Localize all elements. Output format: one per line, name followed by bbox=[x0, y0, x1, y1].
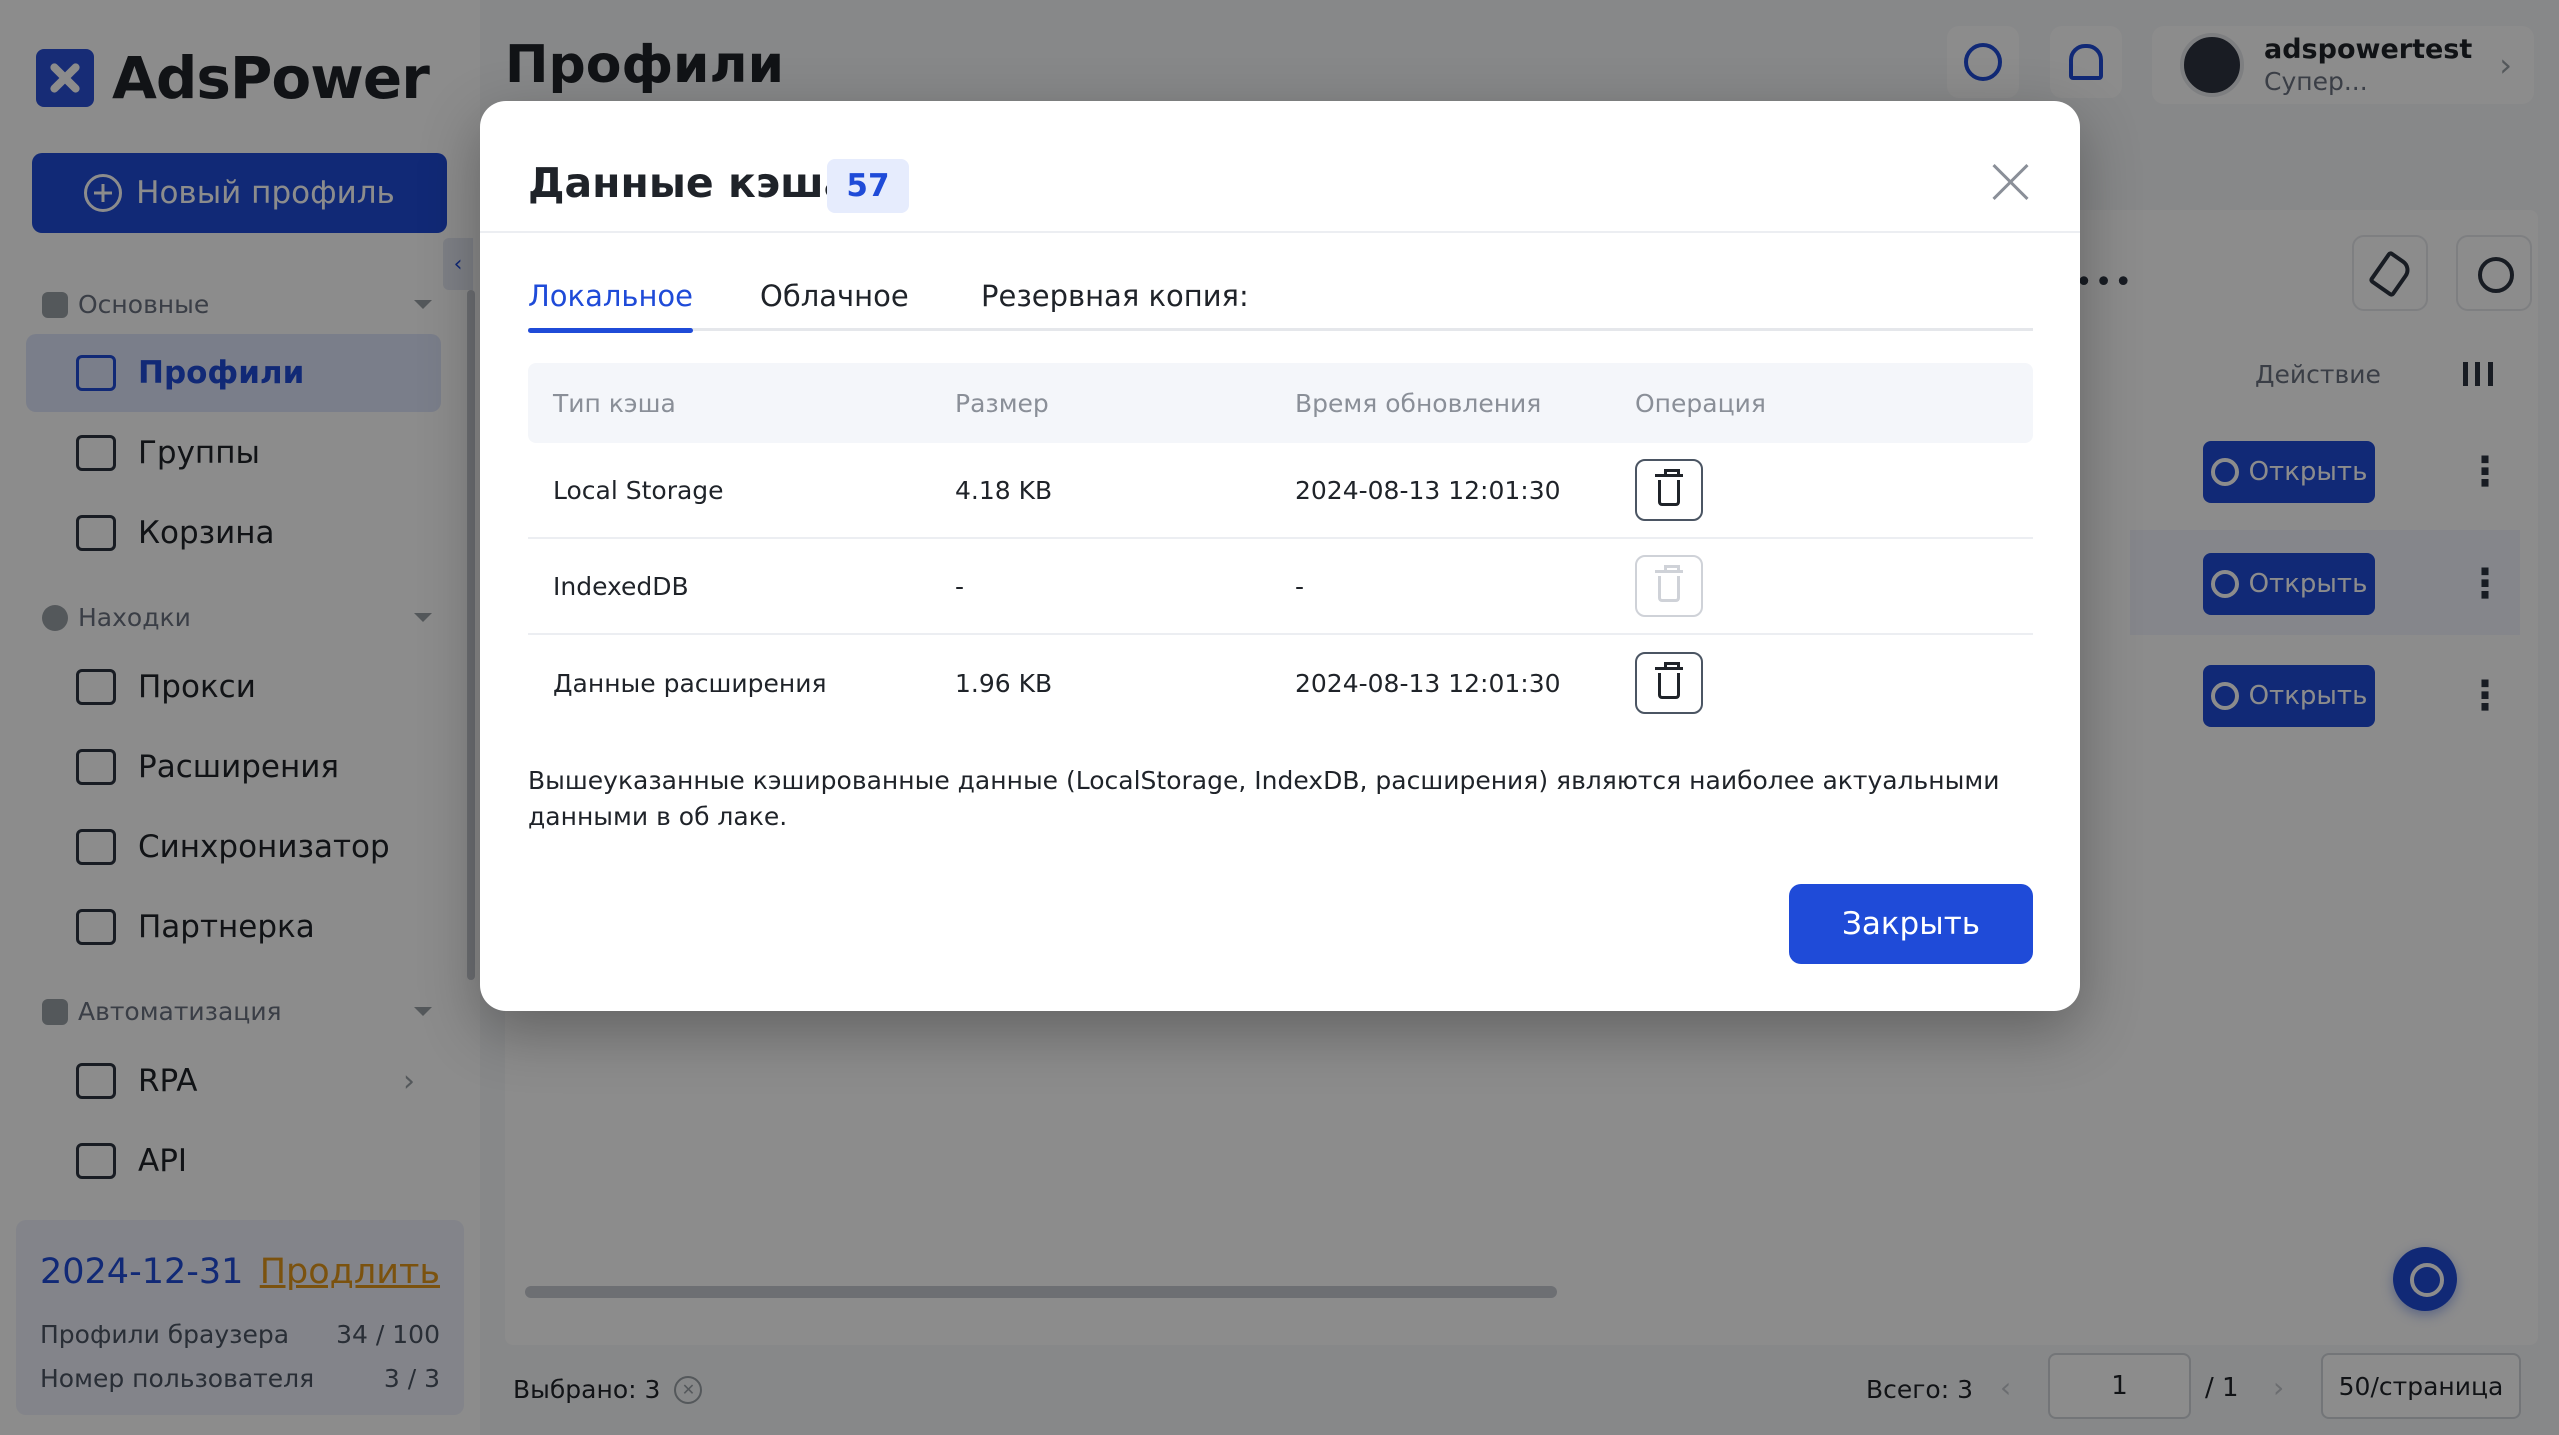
cache-tabs: Локальное Облачное Резервная копия: bbox=[528, 279, 2033, 333]
cache-type: Local Storage bbox=[553, 475, 724, 505]
dialog-title: Данные кэша bbox=[528, 159, 852, 207]
close-dialog-button[interactable]: Закрыть bbox=[1789, 884, 2033, 964]
column-header-operation: Операция bbox=[1635, 388, 1766, 418]
cache-size: 1.96 KB bbox=[955, 668, 1053, 698]
delete-cache-button[interactable] bbox=[1635, 652, 1703, 714]
operation-cell bbox=[1635, 459, 2033, 521]
cache-size: - bbox=[955, 571, 965, 601]
cache-type: Данные расширения bbox=[553, 668, 827, 698]
dialog-divider bbox=[480, 231, 2080, 233]
column-header-updated: Время обновления bbox=[1295, 388, 1542, 418]
operation-cell bbox=[1635, 652, 2033, 714]
cache-updated: 2024-08-13 12:01:30 bbox=[1295, 668, 1561, 698]
table-row: Local Storage 4.18 KB 2024-08-13 12:01:3… bbox=[528, 443, 2033, 539]
column-header-type: Тип кэша bbox=[553, 388, 676, 418]
cache-size: 4.18 KB bbox=[955, 475, 1053, 505]
table-row: IndexedDB - - bbox=[528, 539, 2033, 635]
close-icon[interactable] bbox=[1985, 156, 2037, 208]
tab-backup[interactable]: Резервная копия: bbox=[981, 279, 1249, 329]
cache-table: Тип кэша Размер Время обновления Операци… bbox=[528, 363, 2033, 731]
cache-updated: - bbox=[1295, 571, 1305, 601]
cache-type: IndexedDB bbox=[553, 571, 689, 601]
cache-note: Вышеуказанные кэшированные данные (Local… bbox=[528, 766, 2000, 831]
column-header-size: Размер bbox=[955, 388, 1049, 418]
cache-updated: 2024-08-13 12:01:30 bbox=[1295, 475, 1561, 505]
cache-data-dialog: Данные кэша 57 Локальное Облачное Резерв… bbox=[480, 101, 2080, 1011]
operation-cell bbox=[1635, 555, 2033, 617]
tab-cloud[interactable]: Облачное bbox=[760, 279, 909, 329]
table-row: Данные расширения 1.96 KB 2024-08-13 12:… bbox=[528, 635, 2033, 731]
trash-icon bbox=[1655, 565, 1683, 602]
trash-icon bbox=[1655, 662, 1683, 699]
cache-count-badge: 57 bbox=[827, 159, 909, 213]
delete-cache-button-disabled bbox=[1635, 555, 1703, 617]
tab-local[interactable]: Локальное bbox=[528, 279, 694, 333]
delete-cache-button[interactable] bbox=[1635, 459, 1703, 521]
table-header: Тип кэша Размер Время обновления Операци… bbox=[528, 363, 2033, 443]
trash-icon bbox=[1655, 469, 1683, 506]
